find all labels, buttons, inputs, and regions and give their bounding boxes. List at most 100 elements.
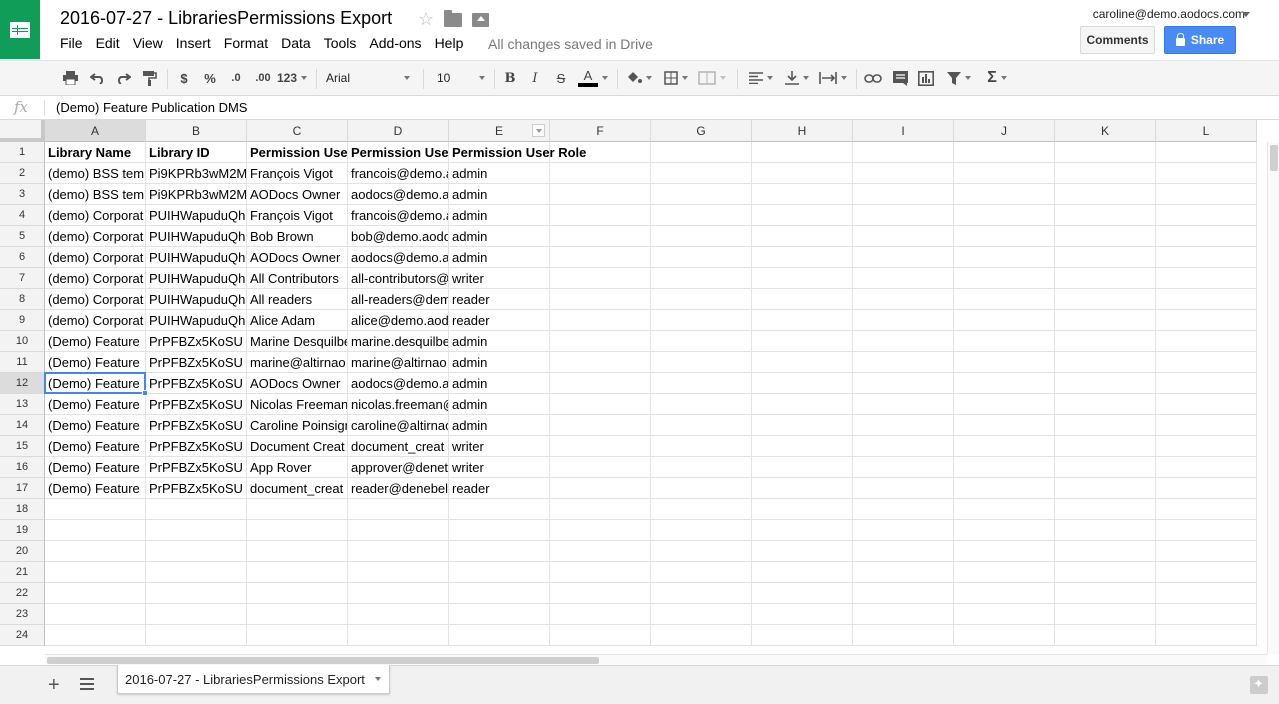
cell-f19[interactable] [550, 520, 651, 541]
cell-l12[interactable] [1156, 373, 1257, 394]
cell-j11[interactable] [954, 352, 1055, 373]
cell-h21[interactable] [752, 562, 853, 583]
cell-d13[interactable]: nicolas.freeman@ [348, 394, 449, 415]
cell-k4[interactable] [1055, 205, 1156, 226]
cell-j17[interactable] [954, 478, 1055, 499]
cell-g7[interactable] [651, 268, 752, 289]
cell-a17[interactable]: (Demo) Feature [45, 478, 146, 499]
cell-f7[interactable] [550, 268, 651, 289]
row-header[interactable]: 4 [0, 205, 45, 226]
cell-g2[interactable] [651, 163, 752, 184]
cell-b2[interactable]: Pi9KPRb3wM2M [146, 163, 247, 184]
cell-j9[interactable] [954, 310, 1055, 331]
cell-i15[interactable] [853, 436, 954, 457]
cell-c5[interactable]: Bob Brown [247, 226, 348, 247]
cell-e11[interactable]: admin [449, 352, 550, 373]
cell-h6[interactable] [752, 247, 853, 268]
cell-g24[interactable] [651, 625, 752, 646]
cell-j20[interactable] [954, 541, 1055, 562]
row-header[interactable]: 5 [0, 226, 45, 247]
functions-button[interactable]: Σ [982, 67, 1012, 89]
cell-a1[interactable]: Library Name [45, 142, 146, 163]
cell-j7[interactable] [954, 268, 1055, 289]
cell-c9[interactable]: Alice Adam [247, 310, 348, 331]
fill-color-button[interactable] [624, 67, 654, 89]
row-header[interactable]: 15 [0, 436, 45, 457]
cell-h24[interactable] [752, 625, 853, 646]
cell-k23[interactable] [1055, 604, 1156, 625]
cell-l5[interactable] [1156, 226, 1257, 247]
cell-a5[interactable]: (demo) Corporat [45, 226, 146, 247]
cell-k16[interactable] [1055, 457, 1156, 478]
decrease-decimal-button[interactable]: .0 [226, 67, 246, 89]
cell-l19[interactable] [1156, 520, 1257, 541]
cell-j5[interactable] [954, 226, 1055, 247]
cell-k2[interactable] [1055, 163, 1156, 184]
cell-i17[interactable] [853, 478, 954, 499]
cell-e20[interactable] [449, 541, 550, 562]
cell-k19[interactable] [1055, 520, 1156, 541]
undo-icon[interactable] [87, 67, 107, 89]
cell-j4[interactable] [954, 205, 1055, 226]
cell-b18[interactable] [146, 499, 247, 520]
cell-a7[interactable]: (demo) Corporat [45, 268, 146, 289]
horizontal-align-button[interactable] [746, 67, 776, 89]
cell-h13[interactable] [752, 394, 853, 415]
cell-e12[interactable]: admin [449, 373, 550, 394]
cell-a20[interactable] [45, 541, 146, 562]
cell-h15[interactable] [752, 436, 853, 457]
cell-g8[interactable] [651, 289, 752, 310]
cell-l6[interactable] [1156, 247, 1257, 268]
cell-c23[interactable] [247, 604, 348, 625]
cell-j2[interactable] [954, 163, 1055, 184]
cell-h9[interactable] [752, 310, 853, 331]
cell-h22[interactable] [752, 583, 853, 604]
cell-d17[interactable]: reader@denebel [348, 478, 449, 499]
cell-b13[interactable]: PrPFBZx5KoSU [146, 394, 247, 415]
cell-j22[interactable] [954, 583, 1055, 604]
cell-i8[interactable] [853, 289, 954, 310]
cell-g18[interactable] [651, 499, 752, 520]
row-header[interactable]: 11 [0, 352, 45, 373]
cell-i6[interactable] [853, 247, 954, 268]
document-title[interactable]: 2016-07-27 - LibrariesPermissions Export [60, 8, 392, 29]
menu-data[interactable]: Data [281, 35, 317, 51]
cell-i24[interactable] [853, 625, 954, 646]
cell-c8[interactable]: All readers [247, 289, 348, 310]
fill-handle[interactable] [142, 390, 148, 396]
cell-c13[interactable]: Nicolas Freeman [247, 394, 348, 415]
cell-k20[interactable] [1055, 541, 1156, 562]
horizontal-scrollbar[interactable] [45, 654, 1267, 665]
cell-c24[interactable] [247, 625, 348, 646]
cell-g21[interactable] [651, 562, 752, 583]
cell-j16[interactable] [954, 457, 1055, 478]
cell-d6[interactable]: aodocs@demo.a [348, 247, 449, 268]
cell-a24[interactable] [45, 625, 146, 646]
cell-b21[interactable] [146, 562, 247, 583]
folder-icon[interactable] [444, 10, 463, 27]
cell-c3[interactable]: AODocs Owner [247, 184, 348, 205]
cell-h8[interactable] [752, 289, 853, 310]
cell-e7[interactable]: writer [449, 268, 550, 289]
cell-e15[interactable]: writer [449, 436, 550, 457]
column-header-h[interactable]: H [752, 120, 853, 142]
cell-b5[interactable]: PUIHWapuduQh [146, 226, 247, 247]
cell-i2[interactable] [853, 163, 954, 184]
row-header[interactable]: 12 [0, 373, 45, 394]
cell-a8[interactable]: (demo) Corporat [45, 289, 146, 310]
cell-l20[interactable] [1156, 541, 1257, 562]
print-icon[interactable] [60, 67, 80, 89]
cell-i13[interactable] [853, 394, 954, 415]
cell-b6[interactable]: PUIHWapuduQh [146, 247, 247, 268]
cell-j10[interactable] [954, 331, 1055, 352]
cell-f9[interactable] [550, 310, 651, 331]
cell-a21[interactable] [45, 562, 146, 583]
cell-d8[interactable]: all-readers@dem [348, 289, 449, 310]
cell-i16[interactable] [853, 457, 954, 478]
redo-icon[interactable] [113, 67, 133, 89]
cell-c4[interactable]: François Vigot [247, 205, 348, 226]
bold-button[interactable]: B [502, 67, 518, 89]
cell-f3[interactable] [550, 184, 651, 205]
cell-a23[interactable] [45, 604, 146, 625]
cell-k11[interactable] [1055, 352, 1156, 373]
